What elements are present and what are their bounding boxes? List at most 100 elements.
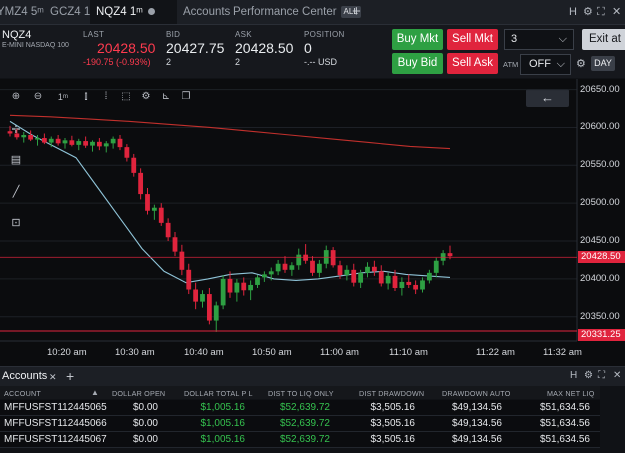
- candle-down: [206, 294, 212, 321]
- add-tab-button[interactable]: +: [66, 368, 74, 384]
- close-icon[interactable]: ✕: [49, 372, 57, 383]
- col-max-net-liq[interactable]: MAX NET LIQ: [547, 389, 595, 398]
- candle-down: [131, 157, 137, 173]
- maximize-icon[interactable]: ⛶: [598, 370, 605, 381]
- candle-up: [316, 263, 322, 273]
- candle-up: [248, 284, 254, 291]
- maximize-icon[interactable]: ⛶: [597, 4, 605, 20]
- accounts-header: Accounts ✕ + H ⚙ ⛶ ✕: [0, 366, 625, 386]
- candle-up: [344, 269, 350, 276]
- candle-down: [282, 263, 288, 270]
- time-tick-label: 11:22 am: [476, 347, 515, 358]
- ask-price: 20428.50: [235, 40, 294, 56]
- col-account[interactable]: ACCOUNT: [4, 389, 41, 398]
- candle-down: [193, 289, 199, 302]
- candle-up: [289, 265, 295, 270]
- col-dist-drawdown[interactable]: DIST DRAWDOWN: [359, 389, 424, 398]
- buy-bid-button[interactable]: Buy Bid: [392, 53, 443, 74]
- sort-up-icon[interactable]: ▲: [91, 388, 99, 397]
- candle-down: [351, 269, 357, 283]
- price-tick-label: 20650.00: [580, 83, 620, 95]
- status-dot-icon: [147, 8, 155, 16]
- quote-bar: NQZ4 E-MINI NASDAQ 100 LAST 20428.50 -19…: [0, 25, 625, 78]
- candle-up: [399, 281, 405, 288]
- tab-nqz4[interactable]: NQZ4 1ᵐ: [90, 0, 177, 24]
- candle-up: [35, 138, 40, 140]
- gear-icon[interactable]: ⚙: [576, 57, 586, 70]
- candle-down: [186, 269, 192, 290]
- gear-icon[interactable]: ⚙: [584, 370, 593, 381]
- table-cell: MFFUSFST112445067: [4, 434, 107, 445]
- price-tick-label: 20550.00: [580, 159, 620, 171]
- table-cell: $49,134.56: [451, 402, 502, 413]
- quantity-value: 3: [511, 33, 518, 45]
- sell-mkt-button[interactable]: Sell Mkt: [447, 29, 498, 50]
- table-cell: $49,134.56: [451, 418, 502, 429]
- candle-down: [83, 141, 89, 146]
- table-cell: $1,005.16: [200, 402, 246, 413]
- tab-ymz4[interactable]: YMZ4 5ᵐ: [0, 0, 44, 24]
- instrument-symbol: NQZ4: [2, 29, 32, 41]
- candle-down: [96, 141, 102, 147]
- candle-down: [7, 131, 13, 134]
- candle-up: [220, 278, 226, 306]
- table-cell: $3,505.16: [370, 418, 416, 429]
- candle-up: [420, 280, 425, 290]
- new-tab-button[interactable]: +: [352, 0, 361, 24]
- table-cell: $51,634.56: [539, 418, 590, 429]
- candle-down: [413, 284, 419, 290]
- gear-icon[interactable]: ⚙: [583, 4, 593, 20]
- low-price-tag: 20331.25: [578, 329, 625, 341]
- accounts-title[interactable]: Accounts: [2, 370, 47, 382]
- candle-down: [337, 265, 343, 276]
- candle-down: [165, 222, 171, 238]
- candle-up: [275, 263, 281, 272]
- close-icon[interactable]: ✕: [612, 4, 621, 20]
- table-cell: $0.00: [132, 418, 158, 429]
- tab-label: YMZ4 5ᵐ: [0, 6, 44, 18]
- quantity-select[interactable]: 3 ⌵: [504, 29, 574, 50]
- sell-ask-button[interactable]: Sell Ask: [447, 53, 498, 74]
- candle-down: [158, 207, 164, 223]
- candle-up: [426, 272, 432, 281]
- candle-up: [296, 254, 302, 266]
- col-dollar-open[interactable]: DOLLAR OPEN: [112, 389, 165, 398]
- h-icon[interactable]: H: [569, 4, 577, 20]
- buy-mkt-button[interactable]: Buy Mkt: [392, 29, 443, 50]
- candle-down: [145, 194, 150, 211]
- bid-size: 2: [166, 57, 172, 67]
- close-icon[interactable]: ✕: [613, 370, 621, 381]
- candle-down: [310, 260, 315, 273]
- candle-down: [447, 253, 453, 257]
- atm-label: ATM: [503, 60, 519, 69]
- candle-up: [62, 140, 68, 144]
- candle-up: [21, 135, 27, 138]
- tab-label: Performance Center: [233, 6, 337, 18]
- position-value: 0: [304, 40, 312, 56]
- candle-up: [76, 141, 82, 145]
- candle-up: [200, 294, 205, 302]
- candle-up: [151, 207, 157, 211]
- col-dist-to-liq[interactable]: DIST TO LIQ ONLY: [268, 389, 334, 398]
- tab-label: Accounts: [183, 6, 231, 18]
- time-tick-label: 11:32 am: [543, 347, 582, 358]
- candle-up: [255, 277, 260, 285]
- atm-select[interactable]: OFF ⌵: [520, 54, 571, 75]
- table-cell: $52,639.72: [279, 434, 330, 445]
- col-dollar-total-pl[interactable]: DOLLAR TOTAL P L: [184, 389, 253, 398]
- day-button[interactable]: DAY: [591, 56, 615, 71]
- last-price: 20428.50: [97, 40, 156, 56]
- h-icon[interactable]: H: [570, 370, 577, 381]
- candle-up: [103, 143, 109, 147]
- tab-label: GCZ4 1ᵗ: [50, 6, 93, 18]
- exit-at-market-button[interactable]: Exit at M: [582, 29, 625, 50]
- table-cell: $52,639.72: [279, 402, 330, 413]
- chevron-down-icon: ⌵: [558, 33, 567, 45]
- tab-performance-center[interactable]: Performance Center ALL: [233, 0, 361, 24]
- bid-label: BID: [166, 30, 181, 39]
- col-drawdown-auto[interactable]: DRAWDOWN AUTO: [442, 389, 510, 398]
- price-tick-label: 20350.00: [580, 310, 620, 322]
- candle-down: [138, 172, 144, 195]
- ask-size: 2: [235, 57, 241, 67]
- tab-accounts[interactable]: Accounts: [183, 0, 230, 24]
